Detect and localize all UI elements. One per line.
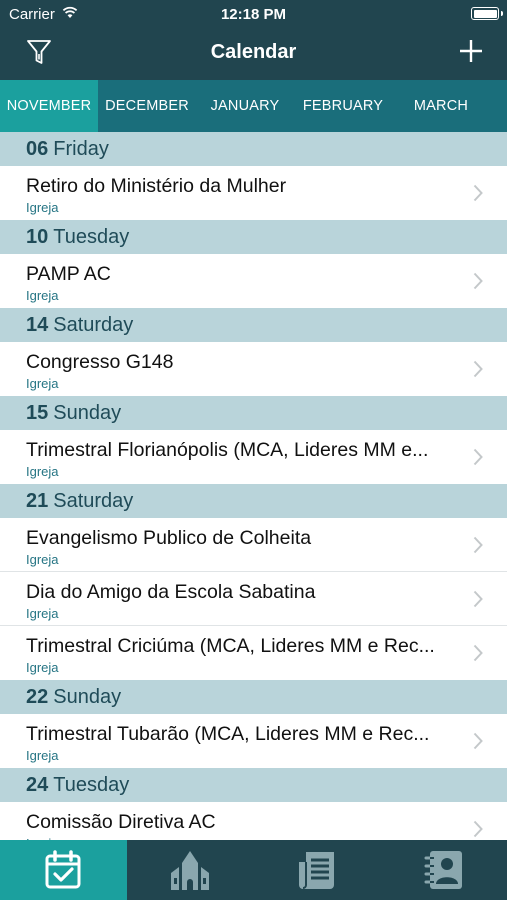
contacts-icon xyxy=(424,851,462,889)
chevron-right-icon xyxy=(473,272,483,290)
event-subtitle: Igreja xyxy=(26,464,59,479)
day-header: 06 Friday xyxy=(0,132,507,166)
day-header: 22 Sunday xyxy=(0,680,507,714)
day-number: 21 xyxy=(26,490,49,512)
tab-month-march[interactable]: MARCH xyxy=(392,80,490,132)
day-header: 21 Saturday xyxy=(0,484,507,518)
day-header: 15 Sunday xyxy=(0,396,507,430)
event-subtitle: Igreja xyxy=(26,376,59,391)
status-bar: Carrier 12:18 PM xyxy=(0,0,507,28)
event-subtitle: Igreja xyxy=(26,660,59,675)
tab-church[interactable] xyxy=(127,840,254,900)
tab-month-january[interactable]: JANUARY xyxy=(196,80,294,132)
tab-documents[interactable] xyxy=(254,840,381,900)
tab-calendar[interactable] xyxy=(0,840,127,900)
status-time: 12:18 PM xyxy=(220,6,287,23)
calendar-check-icon xyxy=(45,850,81,889)
church-icon xyxy=(171,851,210,890)
day-number: 15 xyxy=(26,402,49,424)
document-list-icon xyxy=(298,852,334,889)
chevron-right-icon xyxy=(473,732,483,750)
day-weekday: Saturday xyxy=(53,490,134,512)
chevron-right-icon xyxy=(473,184,483,202)
event-row[interactable]: Evangelismo Publico de Colheita Igreja xyxy=(0,518,507,572)
event-row[interactable]: Trimestral Criciúma (MCA, Lideres MM e R… xyxy=(0,626,507,680)
event-title: Dia do Amigo da Escola Sabatina xyxy=(26,581,316,603)
day-weekday: Saturday xyxy=(53,314,134,336)
event-title: Congresso G148 xyxy=(26,351,174,373)
event-row[interactable]: PAMP AC Igreja xyxy=(0,254,507,308)
event-title: PAMP AC xyxy=(26,263,111,285)
event-list[interactable]: 06 Friday Retiro do Ministério da Mulher Ig… xyxy=(0,132,507,840)
day-number: 24 xyxy=(26,774,49,796)
chevron-right-icon xyxy=(473,536,483,554)
event-row[interactable]: Trimestral Florianópolis (MCA, Lideres M… xyxy=(0,430,507,484)
plus-icon[interactable] xyxy=(457,37,485,65)
event-subtitle: Igreja xyxy=(26,200,59,215)
event-row[interactable]: Trimestral Tubarão (MCA, Lideres MM e Re… xyxy=(0,714,507,768)
event-title: Trimestral Florianópolis (MCA, Lideres M… xyxy=(26,439,429,461)
chevron-right-icon xyxy=(473,360,483,378)
event-subtitle: Igreja xyxy=(26,606,59,621)
event-row[interactable]: Retiro do Ministério da Mulher Igreja xyxy=(0,166,507,220)
day-weekday: Tuesday xyxy=(53,774,130,796)
day-number: 22 xyxy=(26,686,49,708)
event-title: Trimestral Criciúma (MCA, Lideres MM e R… xyxy=(26,635,435,657)
day-header: 14 Saturday xyxy=(0,308,507,342)
event-row[interactable]: Comissão Diretiva ACIgreja xyxy=(0,802,507,840)
battery-icon xyxy=(471,7,503,20)
chevron-right-icon xyxy=(473,820,483,838)
event-subtitle: Igreja xyxy=(26,288,59,303)
event-subtitle: Igreja xyxy=(26,748,59,763)
day-weekday: Friday xyxy=(53,138,109,160)
day-weekday: Tuesday xyxy=(53,226,130,248)
event-title: Trimestral Tubarão (MCA, Lideres MM e Re… xyxy=(26,723,430,745)
day-number: 10 xyxy=(26,226,49,248)
day-header: 10 Tuesday xyxy=(0,220,507,254)
event-title: Evangelismo Publico de Colheita xyxy=(26,527,312,549)
day-number: 06 xyxy=(26,138,49,160)
tab-bar xyxy=(0,840,507,900)
chevron-right-icon xyxy=(473,644,483,662)
day-weekday: Sunday xyxy=(53,686,122,708)
tab-month-february[interactable]: FEBRUARY xyxy=(294,80,392,132)
tab-month-december[interactable]: DECEMBER xyxy=(98,80,196,132)
tab-month-november[interactable]: NOVEMBER xyxy=(0,80,98,132)
event-row[interactable]: Congresso G148 Igreja xyxy=(0,342,507,396)
event-row[interactable]: Dia do Amigo da Escola Sabatina Igreja xyxy=(0,572,507,626)
event-title: Retiro do Ministério da Mulher xyxy=(26,175,287,197)
event-subtitle: Igreja xyxy=(26,552,59,567)
day-number: 14 xyxy=(26,314,49,336)
tab-contacts[interactable] xyxy=(380,840,507,900)
day-header: 24 Tuesday xyxy=(0,768,507,802)
chevron-right-icon xyxy=(473,448,483,466)
navigation-bar: Calendar xyxy=(0,28,507,80)
month-tabs: NOVEMBER DECEMBER JANUARY FEBRUARY MARCH xyxy=(0,80,507,132)
event-title: Comissão Diretiva AC xyxy=(26,811,216,833)
chevron-right-icon xyxy=(473,590,483,608)
page-title: Calendar xyxy=(210,41,297,63)
day-weekday: Sunday xyxy=(53,402,122,424)
